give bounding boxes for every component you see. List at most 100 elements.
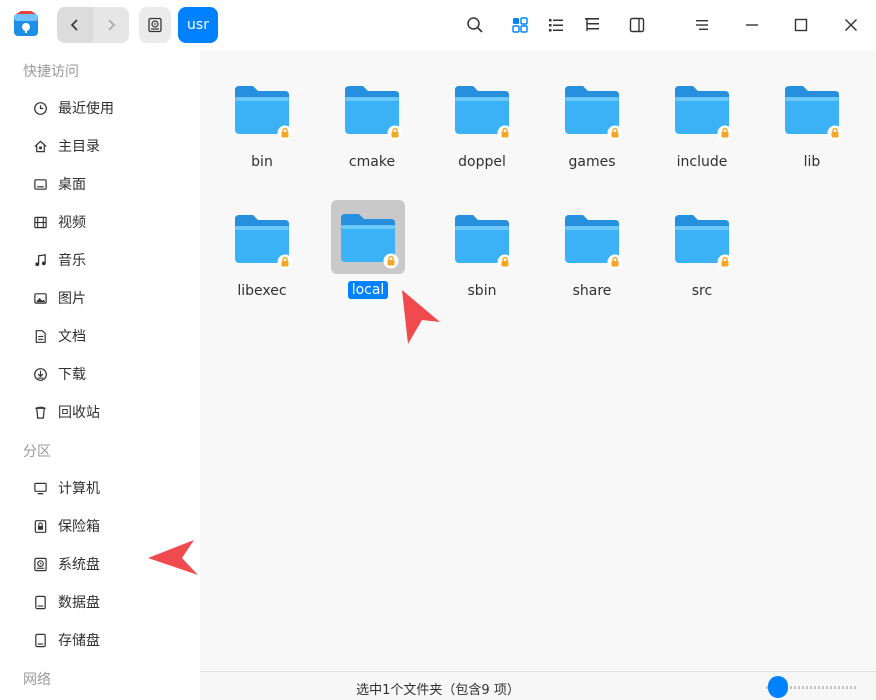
back-button[interactable] bbox=[57, 7, 93, 43]
list-view-button[interactable] bbox=[544, 13, 568, 37]
sidebar-item-label: 数据盘 bbox=[58, 595, 100, 611]
annotation-arrow-icon bbox=[148, 540, 198, 575]
sidebar: 快捷访问 最近使用 主目录 桌面 视频 音乐 图片 文档 下载 回收站 分区 计… bbox=[0, 50, 200, 700]
sidebar-item-label: 最近使用 bbox=[58, 101, 114, 117]
sidebar-item-label: 音乐 bbox=[58, 253, 86, 269]
details-panel-button[interactable] bbox=[625, 13, 649, 37]
main-menu-button[interactable] bbox=[690, 13, 714, 37]
folder-name: src bbox=[691, 283, 713, 299]
icon-size-slider-handle[interactable] bbox=[768, 676, 788, 698]
sidebar-panel-icon bbox=[629, 17, 645, 33]
chevron-right-icon bbox=[108, 19, 116, 31]
breadcrumb-system-disk[interactable] bbox=[139, 7, 171, 43]
sidebar-item-computer[interactable]: 计算机 bbox=[10, 471, 190, 505]
lock-icon bbox=[497, 125, 513, 141]
sidebar-item-trash[interactable]: 回收站 bbox=[10, 395, 190, 429]
folder-item[interactable]: sbin bbox=[445, 201, 519, 311]
folder-name: share bbox=[572, 283, 612, 299]
tree-view-button[interactable] bbox=[580, 13, 604, 37]
folder-item[interactable]: share bbox=[555, 201, 629, 311]
sidebar-item-label: 保险箱 bbox=[58, 519, 100, 535]
navigation-buttons bbox=[57, 7, 129, 43]
search-icon bbox=[467, 17, 483, 33]
tree-view-icon bbox=[585, 18, 599, 31]
minimize-button[interactable] bbox=[740, 13, 764, 37]
sidebar-item-label: 系统盘 bbox=[58, 557, 100, 573]
status-bar: 选中1个文件夹（包含9 项） bbox=[200, 671, 876, 700]
trash-icon bbox=[32, 404, 48, 420]
sidebar-item-storage-disk[interactable]: 存储盘 bbox=[10, 623, 190, 657]
sidebar-item-downloads[interactable]: 下载 bbox=[10, 357, 190, 391]
sidebar-item-pictures[interactable]: 图片 bbox=[10, 281, 190, 315]
sidebar-item-label: 计算机 bbox=[58, 481, 100, 497]
lock-icon bbox=[383, 253, 399, 269]
sidebar-item-documents[interactable]: 文档 bbox=[10, 319, 190, 353]
folder-name: doppel bbox=[458, 154, 506, 170]
sidebar-item-label: 文档 bbox=[58, 329, 86, 345]
folder-item[interactable]: libexec bbox=[225, 201, 299, 311]
sidebar-item-label: 视频 bbox=[58, 215, 86, 231]
file-view: bin cmake doppel games include lib libex… bbox=[200, 50, 876, 671]
sidebar-item-recent[interactable]: 最近使用 bbox=[10, 91, 190, 125]
search-button[interactable] bbox=[463, 13, 487, 37]
sidebar-section-network: 网络 bbox=[23, 672, 51, 688]
sidebar-item-label: 回收站 bbox=[58, 405, 100, 421]
sidebar-item-label: 桌面 bbox=[58, 177, 86, 193]
sidebar-item-videos[interactable]: 视频 bbox=[10, 205, 190, 239]
icon-view-button[interactable] bbox=[508, 13, 532, 37]
close-icon bbox=[845, 19, 857, 31]
folder-item[interactable]: doppel bbox=[445, 72, 519, 182]
lock-icon bbox=[607, 125, 623, 141]
close-button[interactable] bbox=[839, 13, 863, 37]
video-icon bbox=[32, 214, 48, 230]
lock-icon bbox=[277, 254, 293, 270]
chevron-left-icon bbox=[70, 19, 78, 31]
folder-name: sbin bbox=[467, 283, 497, 299]
sidebar-item-desktop[interactable]: 桌面 bbox=[10, 167, 190, 201]
lock-icon bbox=[277, 125, 293, 141]
disk-icon bbox=[32, 594, 48, 610]
computer-icon bbox=[32, 480, 48, 496]
folder-name: lib bbox=[803, 154, 821, 170]
folder-name: games bbox=[568, 154, 616, 170]
document-icon bbox=[32, 328, 48, 344]
maximize-icon bbox=[794, 18, 808, 32]
file-manager-app-icon bbox=[14, 11, 38, 36]
folder-name: include bbox=[676, 154, 728, 170]
disk-icon bbox=[148, 17, 162, 33]
folder-name: libexec bbox=[237, 283, 287, 299]
grid-view-icon bbox=[512, 17, 528, 33]
forward-button[interactable] bbox=[93, 7, 129, 43]
lock-icon bbox=[387, 125, 403, 141]
folder-item[interactable]: lib bbox=[775, 72, 849, 182]
folder-item[interactable]: include bbox=[665, 72, 739, 182]
lock-icon bbox=[717, 254, 733, 270]
lock-icon bbox=[607, 254, 623, 270]
folder-name: cmake bbox=[348, 154, 396, 170]
desktop-icon bbox=[32, 176, 48, 192]
folder-item[interactable]: cmake bbox=[335, 72, 409, 182]
safe-icon bbox=[32, 518, 48, 534]
folder-item[interactable]: bin bbox=[225, 72, 299, 182]
sidebar-item-music[interactable]: 音乐 bbox=[10, 243, 190, 277]
maximize-button[interactable] bbox=[789, 13, 813, 37]
folder-item[interactable]: games bbox=[555, 72, 629, 182]
clock-icon bbox=[32, 100, 48, 116]
sidebar-item-home[interactable]: 主目录 bbox=[10, 129, 190, 163]
home-icon bbox=[32, 138, 48, 154]
music-icon bbox=[32, 252, 48, 268]
breadcrumb-current[interactable]: usr bbox=[178, 7, 218, 43]
folder-item-selected[interactable]: local bbox=[331, 200, 405, 310]
lock-icon bbox=[717, 125, 733, 141]
minimize-icon bbox=[746, 24, 758, 26]
status-text: 选中1个文件夹（包含9 项） bbox=[356, 683, 520, 698]
sidebar-section-partitions: 分区 bbox=[23, 444, 51, 460]
sidebar-item-label: 主目录 bbox=[58, 139, 100, 155]
list-view-icon bbox=[549, 19, 563, 32]
folder-item[interactable]: src bbox=[665, 201, 739, 311]
lock-icon bbox=[827, 125, 843, 141]
system-disk-icon bbox=[32, 556, 48, 572]
sidebar-item-data-disk[interactable]: 数据盘 bbox=[10, 585, 190, 619]
folder-name: bin bbox=[251, 154, 273, 170]
picture-icon bbox=[32, 290, 48, 306]
